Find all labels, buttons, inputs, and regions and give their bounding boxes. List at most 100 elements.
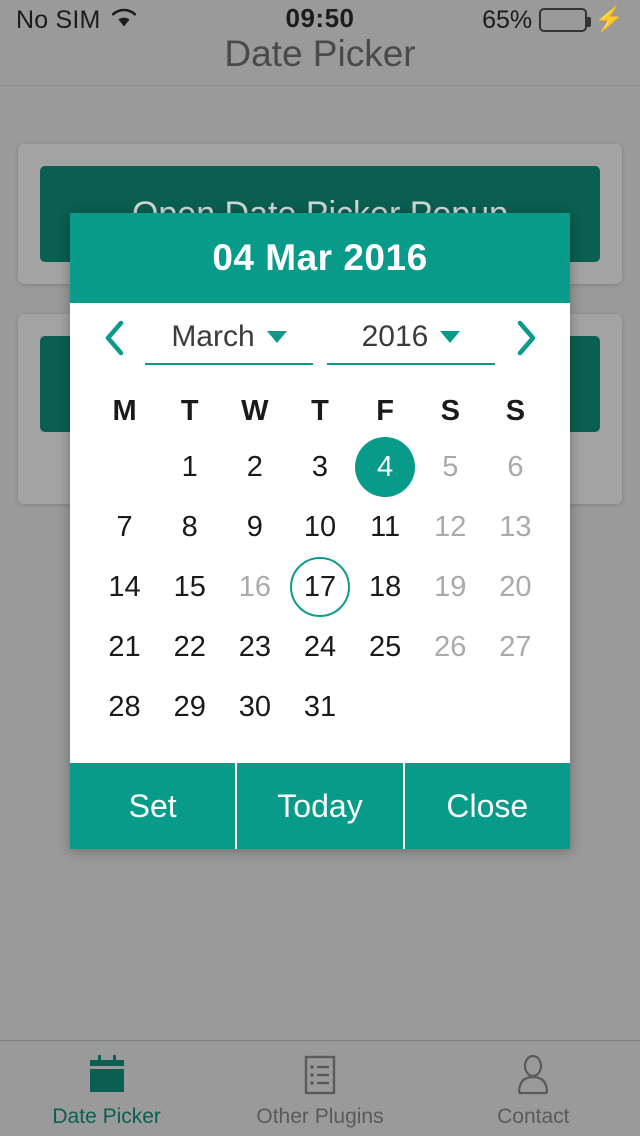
- day-number: 5: [442, 450, 459, 483]
- calendar-day-empty: [92, 437, 157, 497]
- calendar-day-5[interactable]: 5: [418, 437, 483, 497]
- weekday-header-row: MTWTFSS: [92, 385, 548, 437]
- person-icon: [510, 1053, 556, 1099]
- calendar-day-empty: [418, 677, 483, 737]
- weekday-header-6: S: [505, 394, 526, 427]
- year-label: 2016: [361, 320, 429, 353]
- calendar-day-19[interactable]: 19: [418, 557, 483, 617]
- bottom-tab-bar: Date Picker Other Plugins Contact: [0, 1040, 640, 1136]
- calendar-day-30[interactable]: 30: [222, 677, 287, 737]
- caret-down-icon: [266, 331, 287, 343]
- chevron-left-icon: [102, 319, 128, 362]
- lightning-bolt-icon: ⚡: [594, 6, 624, 33]
- tab-other-plugins[interactable]: Other Plugins: [213, 1041, 426, 1136]
- calendar-day-21[interactable]: 21: [92, 617, 157, 677]
- calendar-week-row: 14 15 16 17 18 19 20: [92, 557, 548, 617]
- calendar-day-25[interactable]: 25: [353, 617, 418, 677]
- tab-contact[interactable]: Contact: [427, 1041, 640, 1136]
- selected-date-label: 04 Mar 2016: [212, 237, 428, 278]
- dialog-header: 04 Mar 2016: [70, 213, 570, 303]
- month-year-navigation: March 2016: [70, 303, 570, 377]
- calendar-weeks: 1 2 3 4 5 6 7 8 9 10 11 12 13 14 15 16 17 18 19 20 21 22 23 24 2…: [92, 437, 548, 737]
- year-selector[interactable]: 2016: [326, 315, 496, 365]
- month-underline: [145, 363, 313, 365]
- calendar-grid: MTWTFSS 1 2 3 4 5 6 7 8 9 10 11 12 13 14 15 16 17 18 19 20 2…: [70, 377, 570, 737]
- calendar-day-9[interactable]: 9: [222, 497, 287, 557]
- calendar-day-3[interactable]: 3: [287, 437, 352, 497]
- month-selector[interactable]: March: [144, 315, 314, 365]
- day-number: 12: [434, 510, 467, 543]
- weekday-header-1: T: [180, 394, 199, 427]
- weekday-header-4: F: [376, 394, 394, 427]
- day-number: 1: [181, 450, 198, 483]
- calendar-day-31[interactable]: 31: [287, 677, 352, 737]
- previous-month-button[interactable]: [92, 313, 138, 367]
- day-number: 4: [355, 437, 416, 497]
- calendar-day-11[interactable]: 11: [353, 497, 418, 557]
- calendar-day-4[interactable]: 4: [353, 437, 418, 497]
- day-number: 16: [238, 570, 271, 603]
- weekday-header-3: T: [311, 394, 329, 427]
- dialog-body: March 2016 M T W T F S S 1 2 3 4 5 6 7 8…: [70, 303, 570, 763]
- calendar-day-8[interactable]: 8: [157, 497, 222, 557]
- calendar-day-20[interactable]: 20: [483, 557, 548, 617]
- app-screen: Date Picker No SIM 09:50 65% ⚡ Open Date: [0, 0, 640, 1136]
- day-number: [420, 677, 480, 737]
- close-button[interactable]: Close: [404, 763, 570, 849]
- tab-label: Date Picker: [52, 1104, 161, 1128]
- day-number: 2: [246, 450, 263, 483]
- calendar-day-12[interactable]: 12: [418, 497, 483, 557]
- calendar-day-24[interactable]: 24: [287, 617, 352, 677]
- calendar-day-23[interactable]: 23: [222, 617, 287, 677]
- year-underline: [327, 363, 495, 365]
- calendar-day-1[interactable]: 1: [157, 437, 222, 497]
- day-number: 13: [499, 510, 532, 543]
- day-number: 3: [311, 450, 329, 483]
- calendar-day-7[interactable]: 7: [92, 497, 157, 557]
- today-button[interactable]: Today: [237, 763, 403, 849]
- status-right: 65% ⚡: [482, 6, 624, 35]
- calendar-day-26[interactable]: 26: [418, 617, 483, 677]
- date-picker-dialog: 04 Mar 2016 March 2016 M T W T F S S 1 2…: [70, 213, 570, 849]
- calendar-day-empty: [353, 677, 418, 737]
- calendar-day-10[interactable]: 10: [287, 497, 352, 557]
- day-number: 9: [246, 510, 263, 543]
- calendar-day-6[interactable]: 6: [483, 437, 548, 497]
- tab-label: Other Plugins: [256, 1104, 384, 1128]
- weekday-header-5: S: [440, 394, 460, 427]
- battery-percent-label: 65%: [482, 5, 533, 34]
- calendar-week-row: 1 2 345 6: [92, 437, 548, 497]
- calendar-day-18[interactable]: 18: [353, 557, 418, 617]
- day-number: 14: [108, 570, 141, 603]
- next-month-button[interactable]: [502, 313, 548, 367]
- tab-date-picker[interactable]: Date Picker: [0, 1041, 213, 1136]
- day-number: 24: [303, 630, 337, 663]
- day-number: 11: [370, 510, 401, 543]
- calendar-day-27[interactable]: 27: [483, 617, 548, 677]
- calendar-day-13[interactable]: 13: [483, 497, 548, 557]
- calendar-week-row: 7 8 9 10 11 12 13: [92, 497, 548, 557]
- weekday-header-2: W: [241, 394, 269, 427]
- set-button[interactable]: Set: [70, 763, 236, 849]
- calendar-day-29[interactable]: 29: [157, 677, 222, 737]
- tab-label: Contact: [497, 1104, 570, 1128]
- day-number: [355, 677, 415, 737]
- day-number: 27: [499, 630, 532, 663]
- calendar-week-row: 28 29 30 31: [92, 677, 548, 737]
- calendar-day-22[interactable]: 22: [157, 617, 222, 677]
- month-label: March: [171, 320, 255, 353]
- calendar-day-17[interactable]: 17: [287, 557, 352, 617]
- day-number: 29: [173, 690, 206, 723]
- calendar-day-28[interactable]: 28: [92, 677, 157, 737]
- calendar-icon: [84, 1053, 130, 1099]
- day-number: 10: [303, 510, 337, 543]
- calendar-day-16[interactable]: 16: [222, 557, 287, 617]
- calendar-day-14[interactable]: 14: [92, 557, 157, 617]
- day-number: [95, 437, 155, 497]
- calendar-day-2[interactable]: 2: [222, 437, 287, 497]
- day-number: 6: [507, 450, 524, 483]
- status-bar: No SIM 09:50 65% ⚡: [0, 0, 640, 40]
- day-number: 18: [368, 570, 402, 603]
- calendar-day-15[interactable]: 15: [157, 557, 222, 617]
- weekday-header-0: M: [112, 394, 137, 427]
